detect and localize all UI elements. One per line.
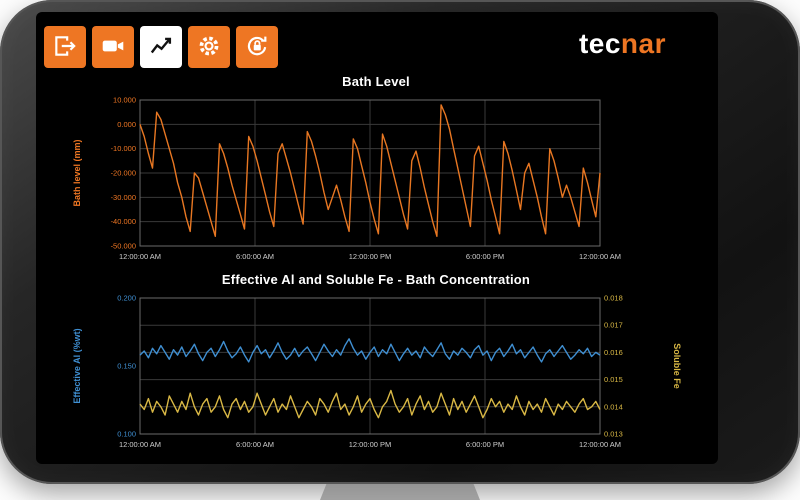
x-tick-label: 12:00:00 PM <box>349 440 392 449</box>
lock-button[interactable] <box>236 26 278 68</box>
trend-chart-icon <box>148 33 174 62</box>
x-tick-label: 6:00:00 AM <box>236 440 274 449</box>
trends-button[interactable] <box>140 26 182 68</box>
bath-concentration-chart: Effective Al and Soluble Fe - Bath Conce… <box>66 272 686 464</box>
y-axis-label-right: Soluble Fe <box>672 343 682 389</box>
page-background: tecnar Bath Level 12:00:00 AM 6:00:00 AM 1… <box>0 0 800 500</box>
y-tick-label-left: 0.150 <box>117 362 136 371</box>
y-tick-label: -30.000 <box>111 193 136 202</box>
x-tick-label: 12:00:00 PM <box>349 252 392 261</box>
camera-button[interactable] <box>92 26 134 68</box>
logout-icon <box>52 33 78 62</box>
x-tick-label: 12:00:00 AM <box>579 252 621 261</box>
x-tick-label: 12:00:00 AM <box>119 252 161 261</box>
brand-logo: tecnar <box>579 30 666 58</box>
y-tick-label: 10.000 <box>113 96 136 105</box>
x-tick-label: 6:00:00 PM <box>466 440 504 449</box>
camera-icon <box>100 33 126 62</box>
logout-button[interactable] <box>44 26 86 68</box>
x-tick-label: 6:00:00 AM <box>236 252 274 261</box>
y-tick-label: -10.000 <box>111 144 136 153</box>
y-axis-label: Bath level (mm) <box>72 139 82 206</box>
y-tick-label-right: 0.018 <box>604 294 623 303</box>
y-tick-label-right: 0.013 <box>604 430 623 439</box>
bath-concentration-plot: 12:00:00 AM 6:00:00 AM 12:00:00 PM 6:00:00 … <box>72 294 682 450</box>
brand-logo-text-secondary: nar <box>620 28 666 59</box>
toolbar <box>44 26 278 68</box>
x-tick-label: 12:00:00 AM <box>579 440 621 449</box>
lock-refresh-icon <box>244 33 270 62</box>
y-tick-label-left: 0.100 <box>117 430 136 439</box>
brand-logo-text-primary: tec <box>578 28 621 59</box>
y-tick-label-right: 0.014 <box>604 402 623 411</box>
y-tick-label: 0.000 <box>117 120 136 129</box>
tablet-screen: tecnar Bath Level 12:00:00 AM 6:00:00 AM 1… <box>36 12 718 464</box>
bath-level-plot: 12:00:00 AM 6:00:00 AM 12:00:00 PM 6:00:00 … <box>72 96 621 262</box>
bath-concentration-chart-title: Effective Al and Soluble Fe - Bath Conce… <box>221 272 531 287</box>
bath-level-chart: Bath Level 12:00:00 AM 6:00:00 AM 12:00:00… <box>66 74 686 274</box>
bath-level-chart-title: Bath Level <box>342 74 410 89</box>
y-tick-label-right: 0.015 <box>604 375 623 384</box>
tablet-frame: tecnar Bath Level 12:00:00 AM 6:00:00 AM 1… <box>0 0 800 484</box>
x-tick-label: 12:00:00 AM <box>119 440 161 449</box>
settings-button[interactable] <box>188 26 230 68</box>
y-tick-label-right: 0.016 <box>604 348 623 357</box>
y-tick-label: -20.000 <box>111 169 136 178</box>
y-tick-label: -40.000 <box>111 217 136 226</box>
y-tick-label-right: 0.017 <box>604 321 623 330</box>
y-tick-label-left: 0.200 <box>117 294 136 303</box>
y-axis-label-left: Effective Al (%wt) <box>72 328 82 403</box>
x-tick-label: 6:00:00 PM <box>466 252 504 261</box>
gear-icon <box>196 33 222 62</box>
y-tick-label: -50.000 <box>111 242 136 251</box>
